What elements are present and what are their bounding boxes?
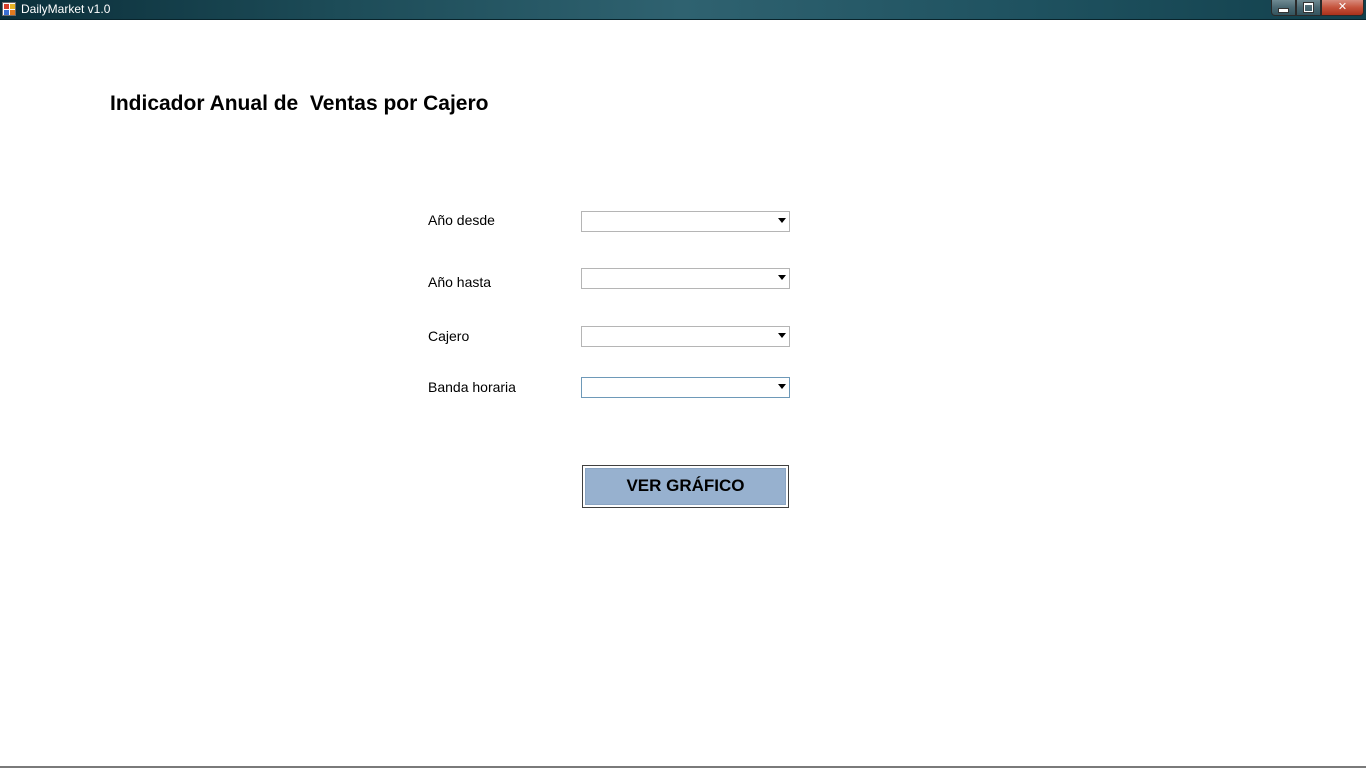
year-from-dropdown[interactable] xyxy=(581,211,790,232)
minimize-icon xyxy=(1278,8,1289,13)
close-button[interactable]: ✕ xyxy=(1321,0,1364,16)
view-chart-button[interactable]: VER GRÁFICO xyxy=(582,465,789,508)
cashier-dropdown[interactable] xyxy=(581,326,790,347)
cashier-label: Cajero xyxy=(428,328,470,344)
maximize-button[interactable] xyxy=(1296,0,1321,16)
year-from-label: Año desde xyxy=(428,212,495,228)
window-title: DailyMarket v1.0 xyxy=(21,2,111,16)
chevron-down-icon xyxy=(778,384,786,389)
time-band-dropdown[interactable] xyxy=(581,377,790,398)
window-controls: ✕ xyxy=(1271,0,1364,17)
page-title: Indicador Anual de Ventas por Cajero xyxy=(110,92,489,115)
chevron-down-icon xyxy=(778,275,786,280)
year-to-dropdown[interactable] xyxy=(581,268,790,289)
time-band-label: Banda horaria xyxy=(428,379,516,395)
title-bar[interactable]: DailyMarket v1.0 ✕ xyxy=(0,0,1366,20)
app-window: DailyMarket v1.0 ✕ Indicador Anual de Ve… xyxy=(0,0,1366,768)
chevron-down-icon xyxy=(778,333,786,338)
maximize-icon xyxy=(1304,3,1313,12)
chevron-down-icon xyxy=(778,218,786,223)
app-icon[interactable] xyxy=(2,2,16,16)
minimize-button[interactable] xyxy=(1271,0,1296,16)
close-icon: ✕ xyxy=(1337,1,1348,13)
year-to-label: Año hasta xyxy=(428,274,492,290)
